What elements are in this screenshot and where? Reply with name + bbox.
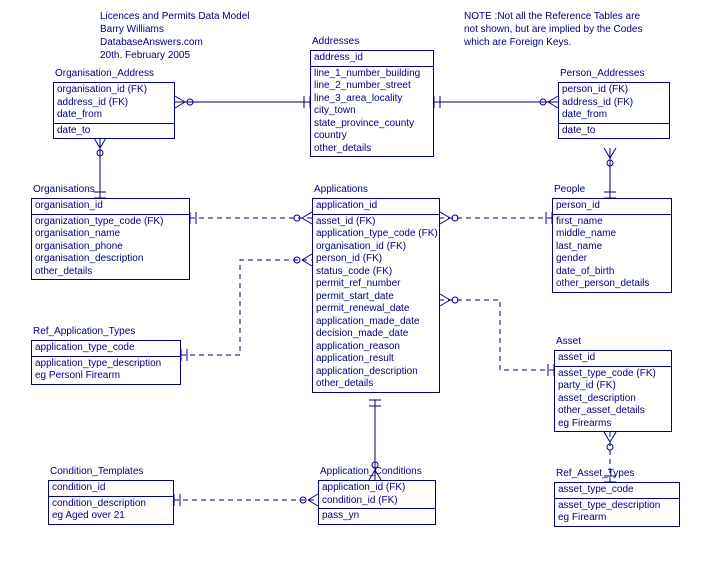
attr-field: application_made_date <box>316 316 436 329</box>
entity-title-addresses: Addresses <box>310 36 361 47</box>
pk-field: address_id (FK) <box>57 97 171 110</box>
pk-field: person_id <box>556 200 668 213</box>
attr-field: permit_start_date <box>316 291 436 304</box>
entity-title-people: People <box>552 184 587 195</box>
attr-field: permit_ref_number <box>316 278 436 291</box>
attr-field: date_to <box>57 125 171 138</box>
attr-field: application_type_code (FK) <box>316 228 436 241</box>
attr-field: condition_description <box>52 498 170 511</box>
entity-title-organisation-address: Organisation_Address <box>53 68 156 79</box>
attr-field: asset_type_description <box>558 500 676 513</box>
entity-asset: asset_id asset_type_code (FK) party_id (… <box>554 350 672 432</box>
attr-field: state_province_county <box>314 118 430 131</box>
attr-field: application_reason <box>316 341 436 354</box>
attr-field: decision_made_date <box>316 328 436 341</box>
attr-field: organisation_id (FK) <box>316 241 436 254</box>
pk-field: condition_id <box>52 482 170 495</box>
attr-field: first_name <box>556 216 668 229</box>
attr-field: other_asset_details <box>558 405 668 418</box>
attr-field: other_details <box>316 378 436 391</box>
entity-organisations: organisation_id organization_type_code (… <box>31 198 190 280</box>
attr-field: last_name <box>556 241 668 254</box>
attr-field: city_town <box>314 105 430 118</box>
attr-field: asset_description <box>558 393 668 406</box>
pk-field: application_type_code <box>35 342 177 355</box>
attr-field: organisation_name <box>35 228 186 241</box>
attr-field: pass_yn <box>322 510 432 523</box>
entity-title-applications: Applications <box>312 184 370 195</box>
pk-field: date_from <box>562 109 666 122</box>
note-line2: not shown, but are implied by the Codes <box>464 23 642 36</box>
pk-field: organisation_id <box>35 200 186 213</box>
entity-application-conditions: application_id (FK) condition_id (FK) pa… <box>318 480 436 525</box>
attr-field: party_id (FK) <box>558 380 668 393</box>
attr-field: date_to <box>562 125 666 138</box>
attr-field: permit_renewal_date <box>316 303 436 316</box>
entity-title-application-conditions: Application_Conditions <box>318 466 424 477</box>
entity-ref-application-types: application_type_code application_type_d… <box>31 340 181 385</box>
pk-field: condition_id (FK) <box>322 495 432 508</box>
attr-field: middle_name <box>556 228 668 241</box>
pk-field: person_id (FK) <box>562 84 666 97</box>
entity-title-asset: Asset <box>554 336 583 347</box>
entity-organisation-address: organisation_id (FK) address_id (FK) dat… <box>53 82 175 139</box>
attr-field: organisation_phone <box>35 241 186 254</box>
entity-condition-templates: condition_id condition_description eg Ag… <box>48 480 174 525</box>
attr-field: country <box>314 130 430 143</box>
pk-field: application_id (FK) <box>322 482 432 495</box>
attr-field: other_details <box>35 266 186 279</box>
attr-field: eg Firearms <box>558 418 668 431</box>
pk-field: asset_type_code <box>558 484 676 497</box>
entity-addresses: address_id line_1_number_building line_2… <box>310 50 434 157</box>
entity-people: person_id first_name middle_name last_na… <box>552 198 672 293</box>
entity-title-organisations: Organisations <box>31 184 97 195</box>
attr-field: other_details <box>314 143 430 156</box>
note-line3: which are Foreign Keys. <box>464 36 571 49</box>
attr-field: asset_type_code (FK) <box>558 368 668 381</box>
attr-field: eg Firearm <box>558 512 676 525</box>
attr-field: line_1_number_building <box>314 68 430 81</box>
attr-field: asset_id (FK) <box>316 216 436 229</box>
attr-field: other_person_details <box>556 278 668 291</box>
attr-field: eg Aged over 21 <box>52 510 170 523</box>
attr-field: organisation_description <box>35 253 186 266</box>
pk-field: application_id <box>316 200 436 213</box>
pk-field: address_id (FK) <box>562 97 666 110</box>
pk-field: address_id <box>314 52 430 65</box>
pk-field: organisation_id (FK) <box>57 84 171 97</box>
header-title: Licences and Permits Data Model <box>100 10 250 23</box>
attr-field: line_2_number_street <box>314 80 430 93</box>
header-author: Barry Williams <box>100 23 164 36</box>
entity-title-ref-application-types: Ref_Application_Types <box>31 326 137 337</box>
attr-field: application_result <box>316 353 436 366</box>
attr-field: gender <box>556 253 668 266</box>
attr-field: application_type_description <box>35 358 177 371</box>
header-site: DatabaseAnswers.com <box>100 36 203 49</box>
header-date: 20th. February 2005 <box>100 49 190 62</box>
entity-applications: application_id asset_id (FK) application… <box>312 198 440 393</box>
entity-title-person-addresses: Person_Addresses <box>558 68 647 79</box>
entity-title-condition-templates: Condition_Templates <box>48 466 145 477</box>
attr-field: person_id (FK) <box>316 253 436 266</box>
entity-title-ref-asset-types: Ref_Asset_Types <box>554 468 636 479</box>
pk-field: asset_id <box>558 352 668 365</box>
attr-field: line_3_area_locality <box>314 93 430 106</box>
attr-field: eg Personl Firearm <box>35 370 177 383</box>
note-line1: NOTE :Not all the Reference Tables are <box>464 10 640 23</box>
attr-field: application_description <box>316 366 436 379</box>
attr-field: organization_type_code (FK) <box>35 216 186 229</box>
entity-person-addresses: person_id (FK) address_id (FK) date_from… <box>558 82 670 139</box>
entity-ref-asset-types: asset_type_code asset_type_description e… <box>554 482 680 527</box>
pk-field: date_from <box>57 109 171 122</box>
attr-field: status_code (FK) <box>316 266 436 279</box>
attr-field: date_of_birth <box>556 266 668 279</box>
